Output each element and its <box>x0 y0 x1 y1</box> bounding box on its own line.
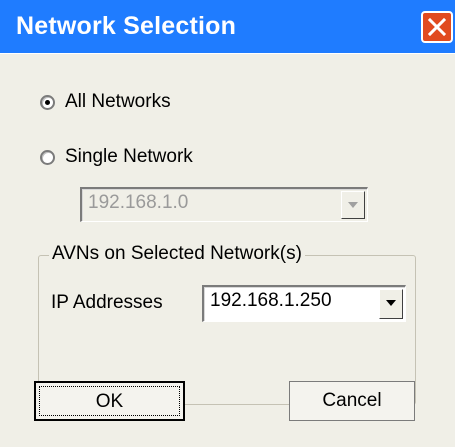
chevron-down-icon[interactable] <box>379 289 403 319</box>
dialog-title: Network Selection <box>16 12 237 40</box>
ok-button[interactable]: OK <box>34 381 185 421</box>
ip-address-select[interactable]: 192.168.1.250 <box>202 285 406 322</box>
all-networks-label: All Networks <box>65 91 171 112</box>
cancel-button[interactable]: Cancel <box>289 381 415 421</box>
radio-all-networks[interactable]: All Networks <box>40 88 171 116</box>
ip-addresses-label: IP Addresses <box>51 292 163 313</box>
radio-indicator[interactable] <box>40 149 55 165</box>
title-bar[interactable]: Network Selection <box>0 0 455 53</box>
close-button[interactable] <box>421 11 453 43</box>
network-selection-dialog: Network Selection All Networks Single Ne… <box>0 0 455 447</box>
network-combo-value: 192.168.1.0 <box>88 192 189 213</box>
radio-single-network[interactable]: Single Network <box>40 143 193 171</box>
cancel-label: Cancel <box>322 390 382 411</box>
dialog-body: All Networks Single Network 192.168.1.0 … <box>0 53 455 447</box>
single-network-label: Single Network <box>65 146 193 167</box>
group-title: AVNs on Selected Network(s) <box>49 243 305 265</box>
focus-rectangle <box>39 386 180 416</box>
radio-indicator-selected[interactable] <box>40 94 55 110</box>
close-icon <box>428 18 446 36</box>
network-combo: 192.168.1.0 <box>80 187 368 222</box>
ip-address-value: 192.168.1.250 <box>210 290 332 311</box>
chevron-down-icon <box>341 191 365 219</box>
